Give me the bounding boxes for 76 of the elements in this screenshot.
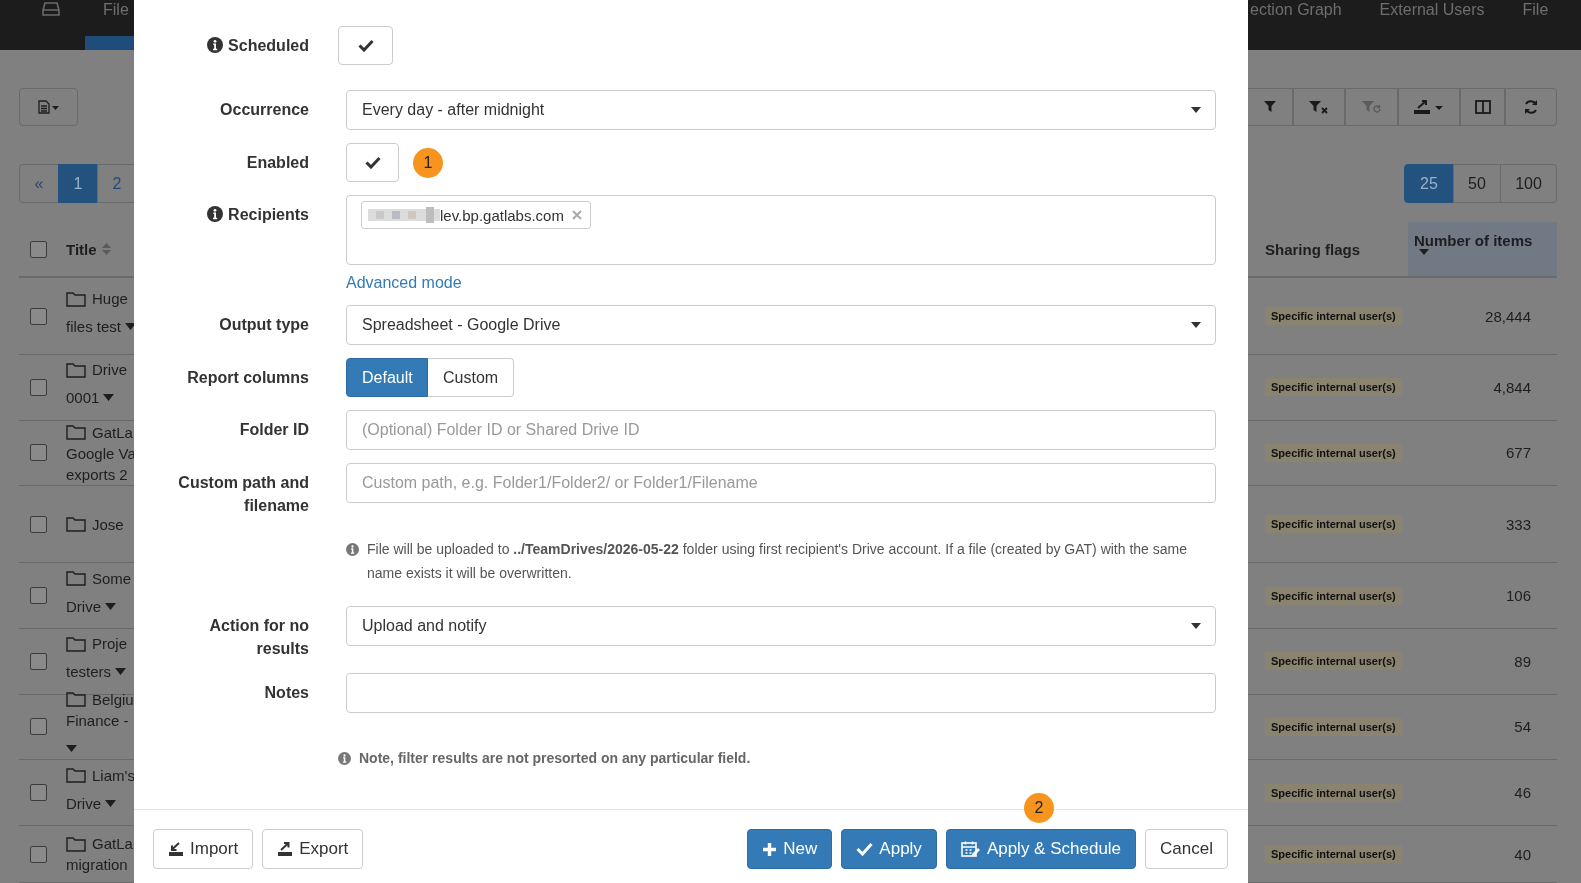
field-label: Folder ID	[239, 420, 309, 440]
toggle-button[interactable]: Custom	[428, 358, 514, 397]
sharing-flag: Specific internal user(s)	[1265, 783, 1402, 802]
nav-tab[interactable]: File	[1522, 0, 1549, 50]
dropdown[interactable]: Spreadsheet - Google Drive	[346, 305, 1216, 345]
field-label: Scheduled	[228, 36, 309, 56]
toggle-button[interactable]: Default	[346, 358, 428, 397]
sharing-flag: Specific internal user(s)	[1265, 718, 1402, 736]
file-title-line[interactable]: Belgiu	[92, 688, 134, 710]
page-size-button[interactable]: 25	[1404, 164, 1454, 203]
item-count: 40	[1514, 845, 1532, 863]
item-count: 106	[1505, 587, 1532, 605]
recipients-field[interactable]: lev.bp.gatlabs.com	[346, 195, 1216, 265]
sharing-flag: Specific internal user(s)	[1265, 845, 1402, 863]
page-size-button[interactable]: 50	[1453, 164, 1501, 203]
file-title-line[interactable]: Jose	[92, 513, 124, 535]
new-button[interactable]: New	[747, 829, 833, 869]
page-size-button[interactable]: 100	[1500, 164, 1557, 203]
advanced-mode-link[interactable]: Advanced mode	[346, 274, 462, 292]
help-text: File will be uploaded to ../TeamDrives/2026-05-22 folder using first recipient's Drive account. If a file (created by GAT) with the same name exists it will be overwritten.	[367, 540, 1188, 583]
item-count: 4,844	[1493, 378, 1532, 396]
nav-tab[interactable]: External Users	[1379, 0, 1485, 50]
apply-button[interactable]: Apply	[841, 829, 937, 869]
file-title-line[interactable]: Liam's	[92, 764, 135, 786]
sharing-flag: Specific internal user(s)	[1265, 652, 1402, 671]
step-badge: 1	[413, 147, 443, 178]
file-title-line[interactable]: 0001	[66, 387, 100, 409]
sharing-flag: Specific internal user(s)	[1265, 444, 1402, 462]
dropdown[interactable]: Every day - after midnight	[346, 90, 1216, 130]
file-title-line[interactable]: files test	[66, 316, 122, 337]
field-label: Notes	[264, 683, 309, 703]
file-title-line[interactable]: Some	[92, 567, 132, 589]
export-button[interactable]: Export	[262, 829, 364, 869]
recipient-tag[interactable]: lev.bp.gatlabs.com	[361, 201, 591, 229]
field-label: Occurrence	[220, 100, 309, 120]
field-label: Custom path and filename	[177, 473, 309, 516]
column-header[interactable]: Number of items	[1408, 222, 1557, 276]
field-label: Recipients	[228, 205, 309, 225]
file-title-line[interactable]: Huge	[92, 288, 128, 309]
file-title-line[interactable]: Drive	[92, 359, 127, 381]
sharing-flag: Specific internal user(s)	[1265, 515, 1402, 534]
step-badge: 2	[1023, 793, 1054, 823]
page-button[interactable]: 1	[58, 164, 98, 203]
file-title-line[interactable]: exports 2	[66, 463, 128, 485]
item-count: 54	[1514, 718, 1532, 736]
item-count: 46	[1514, 784, 1532, 802]
sharing-flag: Specific internal user(s)	[1265, 586, 1402, 605]
file-title-line[interactable]: migration	[66, 854, 128, 875]
page-button[interactable]: «	[19, 164, 59, 203]
text-field[interactable]: Custom path, e.g. Folder1/Folder2/ or Folder1/Filename	[346, 463, 1216, 503]
column-header[interactable]: Sharing flags	[1248, 240, 1408, 258]
field-label: Report columns	[187, 368, 309, 388]
item-count: 28,444	[1485, 307, 1532, 325]
field-label: Output type	[219, 315, 309, 335]
text-field[interactable]: (Optional) Folder ID or Shared Drive ID	[346, 410, 1216, 450]
page-button[interactable]: 2	[97, 164, 134, 203]
file-title-line[interactable]: Finance -	[66, 709, 129, 731]
file-title-line[interactable]: GatLa	[92, 833, 133, 854]
dropdown[interactable]: Upload and notify	[346, 606, 1216, 646]
cancel-button[interactable]: Cancel	[1145, 829, 1228, 869]
item-count: 677	[1505, 444, 1532, 462]
file-title-line[interactable]: Drive	[66, 595, 101, 617]
import-button[interactable]: Import	[153, 829, 254, 869]
sharing-flag: Specific internal user(s)	[1265, 307, 1402, 325]
column-header[interactable]: Title	[66, 240, 97, 258]
file-title-line[interactable]: Drive	[66, 792, 101, 814]
file-title-line[interactable]: Proje	[92, 633, 128, 655]
item-count: 89	[1514, 652, 1532, 670]
item-count: 333	[1505, 515, 1532, 533]
note-text: Note, filter results are not presorted on any particular field.	[359, 749, 751, 768]
field-label: Action for no results	[208, 616, 309, 659]
file-title-line[interactable]: testers	[66, 661, 111, 683]
field-label: Enabled	[246, 153, 309, 173]
file-title-line[interactable]: GatLa	[92, 421, 133, 443]
sharing-flag: Specific internal user(s)	[1265, 378, 1402, 397]
nav-tab[interactable]: ection Graph	[1250, 0, 1342, 50]
